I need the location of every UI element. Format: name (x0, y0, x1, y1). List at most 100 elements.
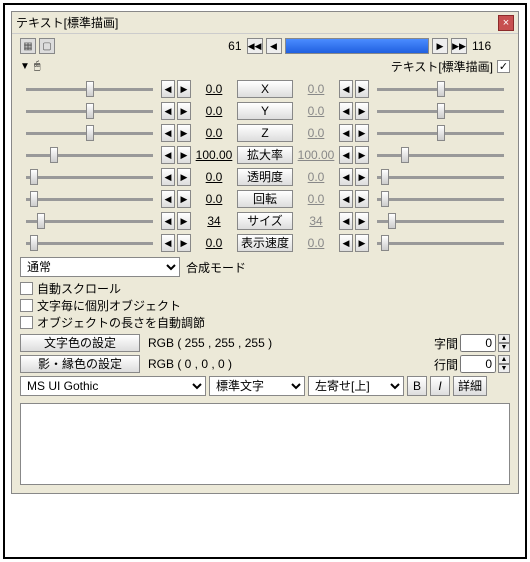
slider-right-6[interactable] (371, 212, 510, 230)
inc-left-7[interactable]: ▶ (177, 234, 191, 252)
inc-right-5[interactable]: ▶ (355, 190, 369, 208)
inc-left-1[interactable]: ▶ (177, 102, 191, 120)
slider-left-2[interactable] (20, 124, 159, 142)
close-button[interactable]: × (498, 15, 514, 31)
slider-left-7[interactable] (20, 234, 159, 252)
slider-left-1[interactable] (20, 102, 159, 120)
val-left-4[interactable]: 0.0 (193, 170, 235, 184)
inc-right-0[interactable]: ▶ (355, 80, 369, 98)
line-spacing-up[interactable]: ▲ (498, 355, 510, 364)
dec-right-3[interactable]: ◀ (339, 146, 353, 164)
enable-checkbox[interactable]: ✓ (497, 60, 510, 73)
line-spacing-down[interactable]: ▼ (498, 364, 510, 373)
slider-left-6[interactable] (20, 212, 159, 230)
slider-right-7[interactable] (371, 234, 510, 252)
dec-left-7[interactable]: ◀ (161, 234, 175, 252)
inc-left-6[interactable]: ▶ (177, 212, 191, 230)
dec-left-5[interactable]: ◀ (161, 190, 175, 208)
param-button-2[interactable]: Z (237, 124, 293, 142)
val-left-1[interactable]: 0.0 (193, 104, 235, 118)
slider-right-0[interactable] (371, 80, 510, 98)
inc-right-3[interactable]: ▶ (355, 146, 369, 164)
val-right-6[interactable]: 34 (295, 214, 337, 228)
inc-right-6[interactable]: ▶ (355, 212, 369, 230)
inc-left-0[interactable]: ▶ (177, 80, 191, 98)
inc-right-7[interactable]: ▶ (355, 234, 369, 252)
slider-right-3[interactable] (371, 146, 510, 164)
val-right-1[interactable]: 0.0 (295, 104, 337, 118)
param-button-3[interactable]: 拡大率 (237, 146, 293, 164)
align-select[interactable]: 左寄せ[上] (308, 376, 404, 396)
slider-right-4[interactable] (371, 168, 510, 186)
val-right-7[interactable]: 0.0 (295, 236, 337, 250)
char-spacing-up[interactable]: ▲ (498, 334, 510, 343)
inc-left-2[interactable]: ▶ (177, 124, 191, 142)
slider-left-4[interactable] (20, 168, 159, 186)
blend-mode-select[interactable]: 通常 (20, 257, 180, 277)
param-button-0[interactable]: X (237, 80, 293, 98)
inc-left-5[interactable]: ▶ (177, 190, 191, 208)
val-left-6[interactable]: 34 (193, 214, 235, 228)
mouse-icon[interactable]: 🖱 (34, 60, 41, 73)
param-button-6[interactable]: サイズ (237, 212, 293, 230)
param-button-7[interactable]: 表示速度 (237, 234, 293, 252)
param-button-1[interactable]: Y (237, 102, 293, 120)
val-left-2[interactable]: 0.0 (193, 126, 235, 140)
inc-left-3[interactable]: ▶ (177, 146, 191, 164)
check-0[interactable] (20, 282, 33, 295)
dec-right-6[interactable]: ◀ (339, 212, 353, 230)
collapse-down-icon[interactable]: ▼ (20, 61, 30, 72)
val-right-4[interactable]: 0.0 (295, 170, 337, 184)
slider-right-2[interactable] (371, 124, 510, 142)
dec-left-6[interactable]: ◀ (161, 212, 175, 230)
line-spacing-input[interactable] (460, 355, 496, 373)
val-right-0[interactable]: 0.0 (295, 82, 337, 96)
check-1[interactable] (20, 299, 33, 312)
inc-right-1[interactable]: ▶ (355, 102, 369, 120)
inc-right-4[interactable]: ▶ (355, 168, 369, 186)
char-spacing-input[interactable] (460, 334, 496, 352)
next-step-button[interactable]: ▶ (432, 38, 448, 54)
text-color-button[interactable]: 文字色の設定 (20, 334, 140, 352)
cam-icon[interactable]: ▦ (20, 38, 36, 54)
slider-right-1[interactable] (371, 102, 510, 120)
param-button-4[interactable]: 透明度 (237, 168, 293, 186)
shadow-color-button[interactable]: 影・縁色の設定 (20, 355, 140, 373)
val-right-2[interactable]: 0.0 (295, 126, 337, 140)
italic-button[interactable]: I (430, 376, 450, 396)
check-2[interactable] (20, 316, 33, 329)
timeline-slider[interactable] (285, 38, 430, 54)
inc-left-4[interactable]: ▶ (177, 168, 191, 186)
val-left-5[interactable]: 0.0 (193, 192, 235, 206)
text-input[interactable] (20, 403, 510, 485)
slider-right-5[interactable] (371, 190, 510, 208)
dec-left-3[interactable]: ◀ (161, 146, 175, 164)
param-button-5[interactable]: 回転 (237, 190, 293, 208)
slider-left-5[interactable] (20, 190, 159, 208)
detail-button[interactable]: 詳細 (453, 376, 487, 396)
dec-right-2[interactable]: ◀ (339, 124, 353, 142)
dec-left-2[interactable]: ◀ (161, 124, 175, 142)
dec-right-1[interactable]: ◀ (339, 102, 353, 120)
font-select[interactable]: MS UI Gothic (20, 376, 206, 396)
dec-left-4[interactable]: ◀ (161, 168, 175, 186)
slider-left-0[interactable] (20, 80, 159, 98)
style-select[interactable]: 標準文字 (209, 376, 305, 396)
dec-left-1[interactable]: ◀ (161, 102, 175, 120)
dec-right-5[interactable]: ◀ (339, 190, 353, 208)
char-spacing-down[interactable]: ▼ (498, 343, 510, 352)
bold-button[interactable]: B (407, 376, 427, 396)
val-right-3[interactable]: 100.00 (295, 148, 337, 162)
slider-left-3[interactable] (20, 146, 159, 164)
image-icon[interactable]: ▢ (39, 38, 55, 54)
dec-right-0[interactable]: ◀ (339, 80, 353, 98)
val-right-5[interactable]: 0.0 (295, 192, 337, 206)
prev-button[interactable]: ◀◀ (247, 38, 263, 54)
val-left-3[interactable]: 100.00 (193, 148, 235, 162)
inc-right-2[interactable]: ▶ (355, 124, 369, 142)
dec-left-0[interactable]: ◀ (161, 80, 175, 98)
val-left-0[interactable]: 0.0 (193, 82, 235, 96)
dec-right-4[interactable]: ◀ (339, 168, 353, 186)
prev-step-button[interactable]: ◀ (266, 38, 282, 54)
val-left-7[interactable]: 0.0 (193, 236, 235, 250)
